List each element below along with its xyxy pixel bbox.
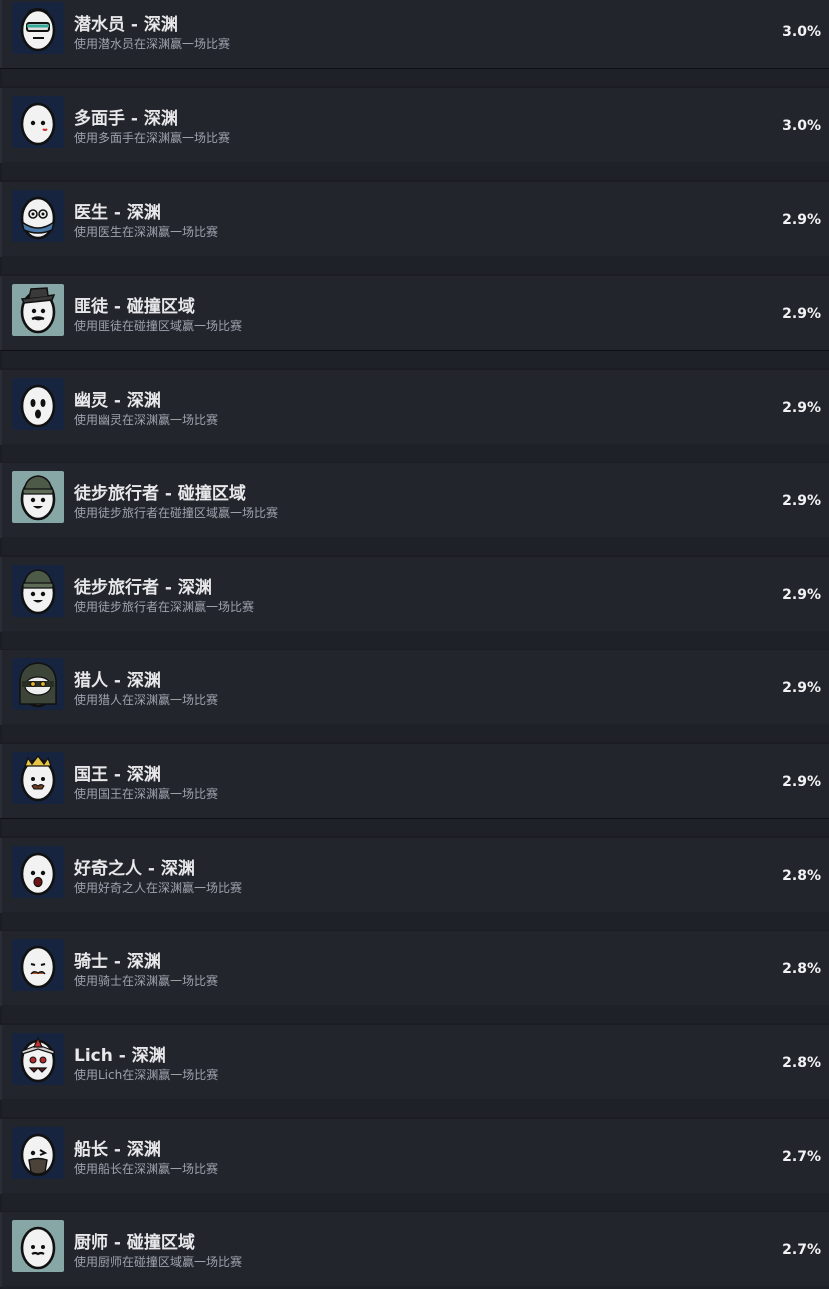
achievement-description: 使用厨师在碰撞区域赢一场比赛 [74,1255,243,1269]
ghost-egg-icon [12,378,64,430]
row-divider [0,350,829,351]
diver-egg-icon [12,2,64,54]
row-gap [2,912,829,930]
unlock-percentage: 2.8% [782,868,821,884]
achievement-title: 医生 - 深渊 [74,203,161,223]
achievement-description: 使用潜水员在深渊赢一场比赛 [74,37,231,51]
knight-egg-icon [12,939,64,991]
captain-egg-icon [12,1127,64,1179]
achievement-title: 骑士 - 深渊 [74,952,161,972]
achievement-description: 使用国王在深渊赢一场比赛 [74,787,219,801]
unlock-percentage: 2.9% [782,680,821,696]
unlock-percentage: 2.8% [782,1055,821,1071]
achievement-description: 使用徒步旅行者在碰撞区域赢一场比赛 [74,506,279,520]
achievement-description: 使用猎人在深渊赢一场比赛 [74,693,219,707]
unlock-percentage: 2.7% [782,1242,821,1258]
achievement-row[interactable]: 幽灵 - 深渊使用幽灵在深渊赢一场比赛 2.9% [0,370,829,462]
row-gap [2,68,829,86]
unlock-percentage: 2.9% [782,306,821,322]
unlock-percentage: 2.9% [782,493,821,509]
achievement-row[interactable]: 匪徒 - 碰撞区域使用匪徒在碰撞区域赢一场比赛 2.9% [0,276,829,368]
unlock-percentage: 3.0% [782,24,821,40]
achievement-title: 船长 - 深渊 [74,1140,161,1160]
row-gap [2,1193,829,1211]
achievement-row[interactable]: 猎人 - 深渊使用猎人在深渊赢一场比赛 2.9% [0,650,829,742]
achievement-list: 潜水员 - 深渊 使用潜水员在深渊赢一场比赛 3.0% 多面手 - 深渊 使用多面手在深… [0,0,829,1289]
hiker-egg-icon [12,565,64,617]
king-egg-icon [12,752,64,804]
achievement-title: Lich - 深渊 [74,1046,166,1066]
achievement-description: 使用Lich在深渊赢一场比赛 [74,1068,219,1082]
row-divider [0,68,829,69]
achievement-row[interactable]: 多面手 - 深渊使用多面手在深渊赢一场比赛 3.0% [0,88,829,180]
achievement-row[interactable]: 徒步旅行者 - 深渊使用徒步旅行者在深渊赢一场比赛 2.9% [0,557,829,649]
unlock-percentage: 2.9% [782,400,821,416]
achievement-title: 猎人 - 深渊 [74,671,161,691]
unlock-percentage: 2.9% [782,212,821,228]
row-gap [2,1005,829,1023]
row-gap [2,162,829,180]
achievement-row[interactable]: 骑士 - 深渊使用骑士在深渊赢一场比赛 2.8% [0,931,829,1023]
hunter-egg-icon [12,658,64,710]
achievement-title: 徒步旅行者 - 碰撞区域 [74,484,246,504]
achievement-description: 使用好奇之人在深渊赢一场比赛 [74,881,243,895]
achievement-title: 厨师 - 碰撞区域 [74,1233,195,1253]
achievement-row[interactable]: 国王 - 深渊使用国王在深渊赢一场比赛 2.9% [0,744,829,836]
achievement-title: 多面手 - 深渊 [74,109,178,129]
row-gap [2,631,829,649]
achievement-description: 使用匪徒在碰撞区域赢一场比赛 [74,319,243,333]
achievement-row[interactable]: 徒步旅行者 - 碰撞区域使用徒步旅行者在碰撞区域赢一场比赛 2.9% [0,463,829,555]
row-gap [2,818,829,836]
achievement-row[interactable]: 好奇之人 - 深渊使用好奇之人在深渊赢一场比赛 2.8% [0,838,829,930]
row-gap [2,350,829,368]
row-gap [2,537,829,555]
row-divider [0,818,829,819]
achievement-title: 好奇之人 - 深渊 [74,859,195,879]
achievement-row[interactable]: 船长 - 深渊使用船长在深渊赢一场比赛 2.7% [0,1119,829,1211]
lich-egg-icon [12,1033,64,1085]
row-gap [2,724,829,742]
achievement-row[interactable]: 潜水员 - 深渊使用潜水员在深渊赢一场比赛 3.0% [0,0,829,86]
achievement-row[interactable]: Lich - 深渊使用Lich在深渊赢一场比赛 2.8% [0,1025,829,1117]
unlock-percentage: 2.9% [782,774,821,790]
achievement-description: 使用船长在深渊赢一场比赛 [74,1162,219,1176]
doctor-egg-icon [12,190,64,242]
row-gap [2,444,829,462]
achievement-title: 幽灵 - 深渊 [74,391,161,411]
achievement-title: 徒步旅行者 - 深渊 [74,578,212,598]
achievement-title: 匪徒 - 碰撞区域 [74,297,195,317]
generalist-egg-icon [12,96,64,148]
achievement-row[interactable]: 厨师 - 碰撞区域使用厨师在碰撞区域赢一场比赛 2.7% [0,1212,829,1289]
unlock-percentage: 2.7% [782,1149,821,1165]
achievement-title: 国王 - 深渊 [74,765,161,785]
unlock-percentage: 2.8% [782,961,821,977]
achievement-description: 使用骑士在深渊赢一场比赛 [74,974,219,988]
achievement-description: 使用幽灵在深渊赢一场比赛 [74,413,219,427]
row-gap [2,1099,829,1117]
achievement-description: 使用医生在深渊赢一场比赛 [74,225,219,239]
achievement-description: 使用徒步旅行者在深渊赢一场比赛 [74,600,255,614]
bandit-egg-icon [12,284,64,336]
achievement-description: 使用多面手在深渊赢一场比赛 [74,131,231,145]
hiker-egg-icon [12,471,64,523]
row-gap [2,256,829,274]
achievement-row[interactable]: 医生 - 深渊使用医生在深渊赢一场比赛 2.9% [0,182,829,274]
achievement-title: 潜水员 - 深渊 [74,15,178,35]
unlock-percentage: 2.9% [782,587,821,603]
chef-egg-icon [12,1220,64,1272]
unlock-percentage: 3.0% [782,118,821,134]
curious-egg-icon [12,846,64,898]
